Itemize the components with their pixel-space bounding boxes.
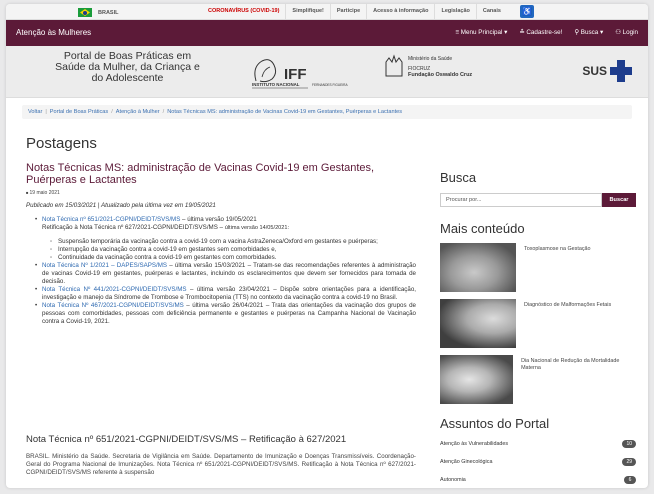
list-item: Continuidade da vacinação contra a covid…: [50, 254, 416, 262]
iff-logo-icon: IFF INSTITUTO NACIONAL FERNANDES FIGUEIR…: [252, 59, 348, 89]
sus-cross-icon: [610, 60, 632, 82]
svg-text:IFF: IFF: [284, 66, 307, 83]
breadcrumb-atencao-mulher[interactable]: Atenção à Mulher: [116, 109, 160, 115]
country-label: BRASIL: [98, 9, 119, 16]
count-badge: 6: [624, 476, 636, 484]
more-content-heading: Mais conteúdo: [440, 221, 525, 236]
more-content-label[interactable]: Toxoplasmose na Gestação: [516, 243, 591, 292]
list-item: Nota Técnica nº 651/2021-CGPNI/DEIDT/SVS…: [35, 216, 416, 262]
more-content-item[interactable]: Dia Nacional de Redução da Mortalidade M…: [440, 355, 636, 404]
sus-logo: SUS: [582, 60, 632, 82]
article-published: Publicado em 15/03/2021 | Atualizado pel…: [26, 202, 216, 209]
fiocruz-logo-icon: [385, 54, 403, 77]
site-name[interactable]: Atenção às Mulheres: [16, 28, 91, 37]
count-badge: 10: [622, 440, 636, 448]
breadcrumb-current[interactable]: Notas Técnicas MS: administração de Vaci…: [167, 109, 402, 115]
subject-item[interactable]: Atenção às Vulnerabilidades 10: [440, 439, 636, 449]
brasil-link[interactable]: BRASIL: [78, 8, 118, 17]
search-dropdown-button[interactable]: ⚲ Busca ▾: [574, 29, 603, 36]
page-title: Postagens: [26, 135, 97, 152]
brazil-flag-icon: [78, 8, 92, 17]
article-2: Nota Técnica nº 651/2021-CGPNI/DEIDT/SVS…: [26, 434, 416, 477]
sub-list: Suspensão temporária da vacinação contra…: [50, 238, 416, 262]
article-2-title[interactable]: Nota Técnica nº 651/2021-CGPNI/DEIDT/SVS…: [26, 434, 416, 445]
subject-item[interactable]: Autonomia 6: [440, 475, 636, 485]
sidebar: Busca Procurar por... Buscar Mais conteú…: [440, 170, 636, 488]
search-input[interactable]: Procurar por...: [440, 193, 602, 207]
browser-page: BRASIL CORONAVÍRUS (COVID-19) Simplifiqu…: [6, 4, 648, 488]
subject-label[interactable]: Autonomia: [440, 477, 466, 483]
login-button[interactable]: ⚇ Login: [615, 29, 638, 36]
list-item: Suspensão temporária da vacinação contra…: [50, 238, 416, 246]
search-heading: Busca: [440, 170, 477, 185]
more-content-label[interactable]: Diagnóstico de Malformações Fetais: [516, 299, 611, 348]
simplifique-link[interactable]: Simplifique!: [285, 4, 329, 19]
more-content-item[interactable]: Toxoplasmose na Gestação: [440, 243, 636, 292]
banner: Portal de Boas Práticas em Saúde da Mulh…: [6, 46, 648, 98]
ultrasound-photo[interactable]: [440, 299, 516, 348]
accessibility-icon[interactable]: ♿: [520, 5, 534, 18]
breadcrumb: Voltar | Portal de Boas Práticas / Atenção à…: [22, 105, 632, 119]
site-nav: Atenção às Mulheres ≡ Menu Principal ▾ ≛…: [6, 20, 648, 46]
note-467-link[interactable]: Nota Técnica Nº 467/2021-CGPNI/DEIDT/SVS…: [42, 302, 184, 309]
subject-item[interactable]: Atenção Ginecológica 29: [440, 457, 636, 467]
portal-title[interactable]: Portal de Boas Práticas em Saúde da Mulh…: [50, 51, 205, 84]
canais-link[interactable]: Canais: [475, 4, 507, 19]
gov-bar: BRASIL CORONAVÍRUS (COVID-19) Simplifiqu…: [6, 4, 648, 20]
more-content-label[interactable]: Dia Nacional de Redução da Mortalidade M…: [513, 355, 636, 404]
pregnancy-photo[interactable]: [440, 243, 516, 292]
covid-link[interactable]: CORONAVÍRUS (COVID-19): [202, 4, 285, 19]
svg-text:INSTITUTO NACIONAL: INSTITUTO NACIONAL: [252, 82, 300, 87]
breadcrumb-portal[interactable]: Portal de Boas Práticas: [50, 109, 108, 115]
count-badge: 29: [622, 458, 636, 466]
note-651-link[interactable]: Nota Técnica nº 651/2021-CGPNI/DEIDT/SVS…: [42, 216, 180, 223]
acesso-informacao-link[interactable]: Acesso à informação: [366, 4, 434, 19]
search-button[interactable]: Buscar: [602, 193, 636, 207]
note-1-2021-link[interactable]: Nota Técnica Nº 1/2021 – DAPES/SAPS/MS: [42, 262, 167, 269]
notes-list: Nota Técnica nº 651/2021-CGPNI/DEIDT/SVS…: [26, 216, 416, 326]
menu-principal-button[interactable]: ≡ Menu Principal ▾: [455, 29, 507, 36]
participe-link[interactable]: Participe: [329, 4, 366, 19]
note-441-link[interactable]: Nota Técnica Nº 441/2021-CGPNI/DEIDT/SVS…: [42, 286, 187, 293]
more-content-item[interactable]: Diagnóstico de Malformações Fetais: [440, 299, 636, 348]
subject-label[interactable]: Atenção Ginecológica: [440, 459, 492, 465]
svg-text:FERNANDES FIGUEIRA: FERNANDES FIGUEIRA: [312, 83, 348, 87]
article: Notas Técnicas MS: administração de Vaci…: [26, 162, 416, 326]
subjects-heading: Assuntos do Portal: [440, 416, 550, 431]
list-item: Nota Técnica Nº 1/2021 – DAPES/SAPS/MS –…: [35, 262, 416, 286]
search-form: Procurar por... Buscar: [440, 193, 636, 207]
list-item: Interrupção da vacinação contra a covid-…: [50, 246, 416, 254]
subject-label[interactable]: Atenção às Vulnerabilidades: [440, 441, 508, 447]
list-item: Nota Técnica Nº 441/2021-CGPNI/DEIDT/SVS…: [35, 286, 416, 302]
legislacao-link[interactable]: Legislação: [434, 4, 475, 19]
article-title[interactable]: Notas Técnicas MS: administração de Vaci…: [26, 162, 416, 186]
breadcrumb-back[interactable]: Voltar: [28, 109, 42, 115]
mother-photo[interactable]: [440, 355, 514, 404]
signup-button[interactable]: ≛ Cadastre-se!: [519, 29, 562, 36]
article-date: 19 maio 2021: [26, 190, 416, 196]
list-item: Nota Técnica Nº 467/2021-CGPNI/DEIDT/SVS…: [35, 302, 416, 326]
fiocruz-text: Ministério da Saúde FIOCRUZ Fundação Osw…: [408, 56, 473, 78]
article-2-excerpt: BRASIL. Ministério da Saúde. Secretaria …: [26, 453, 416, 476]
